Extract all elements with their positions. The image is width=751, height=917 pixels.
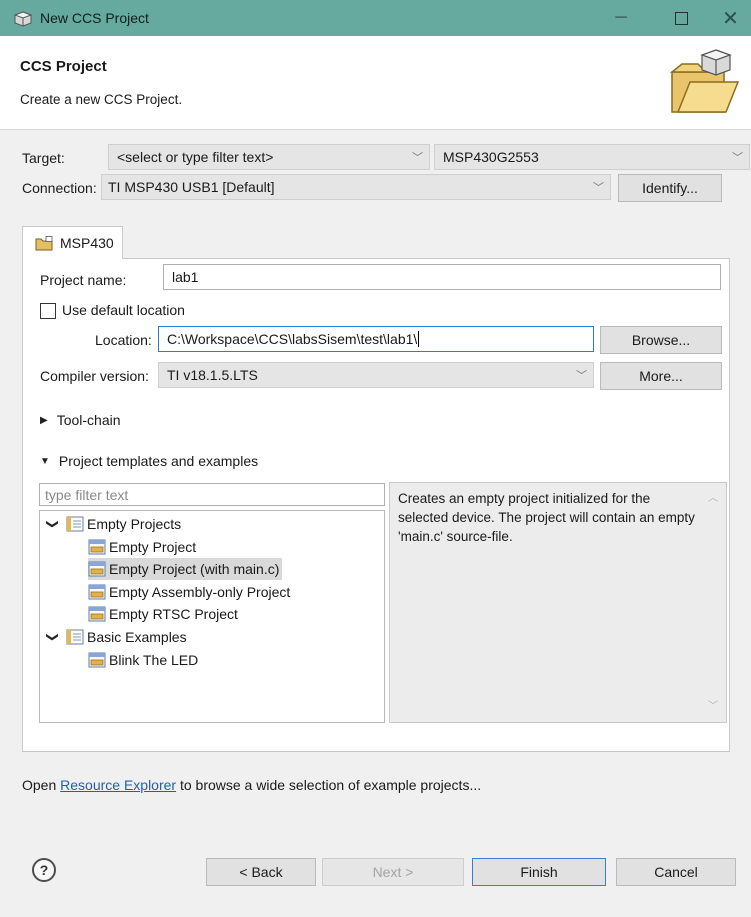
scroll-down-icon[interactable]: ﹀ <box>708 697 718 716</box>
browse-button[interactable]: Browse... <box>600 326 722 354</box>
tree-label: Basic Examples <box>87 629 187 645</box>
window-title: New CCS Project <box>40 10 149 26</box>
maximize-icon <box>674 11 688 25</box>
tree-label: Empty Project <box>109 539 197 555</box>
triangle-right-icon: ▶ <box>40 414 48 426</box>
location-value: C:\Workspace\CCS\labsSisem\test\lab1\ <box>167 331 418 347</box>
tree-label: Blink The LED <box>109 652 199 668</box>
chevron-down-icon: ❯ <box>46 631 60 643</box>
template-description-text: Creates an empty project initialized for… <box>398 491 695 544</box>
minimize-button[interactable]: ─ <box>598 0 644 36</box>
template-description: Creates an empty project initialized for… <box>389 482 727 723</box>
resource-suffix: to browse a wide selection of example pr… <box>176 777 482 793</box>
template-project-icon <box>88 584 106 600</box>
tree-folder-empty-projects[interactable]: ❯ Empty Projects <box>46 513 181 535</box>
dialog-header: CCS Project Create a new CCS Project. <box>0 36 751 130</box>
back-button[interactable]: < Back <box>206 858 316 886</box>
template-project-icon <box>88 652 106 668</box>
folder-cube-icon <box>669 49 740 113</box>
resource-explorer-line: Open Resource Explorer to browse a wide … <box>22 777 481 793</box>
target-device-combo[interactable]: MSP430G2553 ﹀ <box>434 144 750 170</box>
tree-item-empty-project[interactable]: Empty Project <box>88 536 196 558</box>
template-project-icon <box>88 561 106 577</box>
tree-item-empty-project-main-c[interactable]: Empty Project (with main.c) <box>88 558 283 580</box>
header-description: Create a new CCS Project. <box>20 92 183 107</box>
ccs-cube-icon <box>14 11 32 27</box>
target-filter-combo[interactable]: <select or type filter text> ﹀ <box>108 144 430 170</box>
templates-section[interactable]: ▼ Project templates and examples <box>40 453 258 469</box>
template-project-icon <box>88 539 106 555</box>
chevron-down-icon: ﹀ <box>732 152 743 164</box>
location-label: Location: <box>95 332 152 348</box>
use-default-location-checkbox[interactable] <box>40 303 56 319</box>
tree-label: Empty Assembly-only Project <box>109 584 291 600</box>
tree-label: Empty Projects <box>87 516 182 532</box>
template-project-icon <box>88 606 106 622</box>
chevron-down-icon: ﹀ <box>412 152 423 164</box>
next-button[interactable]: Next > <box>322 858 464 886</box>
chevron-down-icon: ﹀ <box>576 370 587 382</box>
compiler-version-value: TI v18.1.5.LTS <box>167 367 258 383</box>
header-title: CCS Project <box>20 58 107 75</box>
text-cursor <box>418 331 420 347</box>
project-name-input[interactable]: lab1 <box>163 264 721 290</box>
close-icon: ✕ <box>722 7 739 30</box>
template-category-icon <box>66 629 84 645</box>
title-bar: New CCS Project ─ ✕ <box>0 0 751 36</box>
more-button[interactable]: More... <box>600 362 722 390</box>
template-filter-input[interactable]: type filter text <box>39 483 385 506</box>
target-filter-value: <select or type filter text> <box>117 149 274 165</box>
identify-button[interactable]: Identify... <box>618 174 722 202</box>
tree-folder-basic-examples[interactable]: ❯ Basic Examples <box>46 626 187 648</box>
template-tree: ❯ Empty Projects Empty Project Empty Pro… <box>39 510 385 723</box>
help-icon[interactable]: ? <box>32 858 56 882</box>
minimize-icon: ─ <box>615 9 627 26</box>
compiler-version-label: Compiler version: <box>40 368 149 384</box>
connection-value: TI MSP430 USB1 [Default] <box>108 179 275 195</box>
tree-label: Empty Project (with main.c) <box>109 561 280 577</box>
tab-msp430[interactable]: MSP430 <box>22 226 123 259</box>
project-folder-icon <box>35 235 53 250</box>
close-button[interactable]: ✕ <box>710 0 751 36</box>
target-device-value: MSP430G2553 <box>443 149 539 165</box>
chevron-down-icon: ❯ <box>46 518 60 530</box>
project-name-label: Project name: <box>40 272 127 288</box>
resource-explorer-link[interactable]: Resource Explorer <box>60 777 176 793</box>
tree-item-blink-the-led[interactable]: Blink The LED <box>88 649 198 671</box>
location-input[interactable]: C:\Workspace\CCS\labsSisem\test\lab1\ <box>158 326 594 352</box>
templates-label: Project templates and examples <box>58 453 259 469</box>
cancel-button[interactable]: Cancel <box>616 858 736 886</box>
maximize-button[interactable] <box>658 0 704 36</box>
target-label: Target: <box>22 150 65 166</box>
finish-button[interactable]: Finish <box>472 858 606 886</box>
toolchain-label: Tool-chain <box>56 412 121 428</box>
compiler-version-combo[interactable]: TI v18.1.5.LTS ﹀ <box>158 362 594 388</box>
tree-label: Empty RTSC Project <box>109 606 238 622</box>
connection-label: Connection: <box>22 180 97 196</box>
connection-combo[interactable]: TI MSP430 USB1 [Default] ﹀ <box>101 174 611 200</box>
triangle-down-icon: ▼ <box>40 455 50 467</box>
chevron-down-icon: ﹀ <box>593 182 604 194</box>
tree-item-empty-assembly-project[interactable]: Empty Assembly-only Project <box>88 581 290 603</box>
scroll-up-icon[interactable]: ︿ <box>708 489 718 508</box>
tab-label: MSP430 <box>60 235 114 251</box>
template-category-icon <box>66 516 84 532</box>
toolchain-section[interactable]: ▶ Tool-chain <box>40 412 121 428</box>
use-default-location-label: Use default location <box>62 302 185 318</box>
tree-item-empty-rtsc-project[interactable]: Empty RTSC Project <box>88 603 238 625</box>
resource-prefix: Open <box>22 777 61 793</box>
